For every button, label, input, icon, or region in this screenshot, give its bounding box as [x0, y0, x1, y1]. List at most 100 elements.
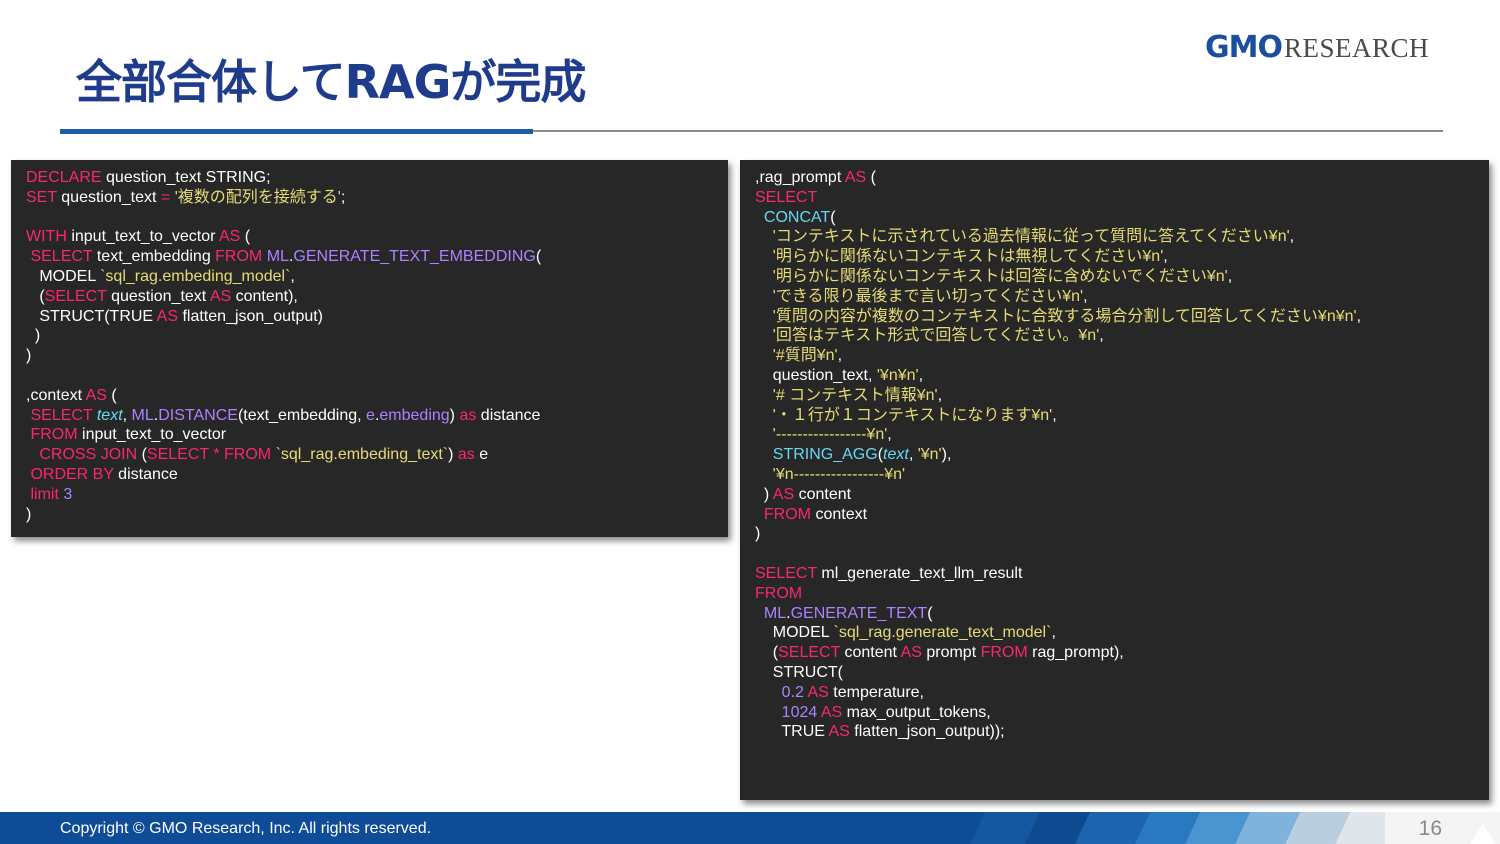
code-token: content [840, 644, 901, 662]
code-token: ) [448, 446, 458, 464]
code-token: SELECT [44, 287, 107, 305]
code-line: ML.GENERATE_TEXT( [755, 604, 1361, 624]
code-token: question_text, [755, 366, 877, 384]
code-token: ; [340, 188, 346, 206]
code-token: ( [137, 446, 147, 464]
code-token: ( [26, 287, 45, 305]
code-token: , [1163, 248, 1168, 266]
code-line: limit 3 [26, 485, 541, 505]
code-token: '明らかに関係ないコンテキストは回答に含めないでください¥n' [772, 267, 1228, 285]
code-token: STRING_AGG [772, 446, 878, 464]
code-line: FROM input_text_to_vector [26, 425, 541, 445]
code-line: '回答はテキスト形式で回答してください。¥n', [755, 326, 1361, 346]
code-token: ML [266, 248, 289, 266]
code-token: DISTANCE [158, 406, 238, 424]
code-token: flatten_json_output)); [849, 723, 1005, 741]
code-line: ,context AS ( [26, 386, 541, 406]
code-line: STRUCT( [755, 663, 1361, 683]
code-token: ) [755, 525, 761, 543]
code-token: content [794, 485, 852, 503]
code-block-right: ,rag_prompt AS (SELECT CONCAT( 'コンテキストに示… [755, 168, 1361, 742]
code-line: DECLARE question_text STRING; [26, 168, 541, 188]
code-line: SELECT text_embedding FROM ML.GENERATE_T… [26, 247, 541, 267]
code-token: , [918, 366, 924, 384]
code-token: ,rag_prompt [755, 169, 845, 186]
code-line: SELECT ml_generate_text_llm_result [755, 564, 1361, 584]
code-line: TRUE AS flatten_json_output)); [755, 722, 1361, 742]
code-token: context [811, 505, 868, 523]
code-token: content), [231, 287, 298, 305]
code-line: ) [26, 505, 541, 525]
code-token: as [457, 446, 475, 464]
code-token: 'コンテキストに示されている過去情報に従って質問に答えてください¥n' [772, 228, 1290, 246]
code-token: question_text STRING; [101, 169, 271, 186]
code-token: 0.2 [781, 683, 804, 701]
code-token: , [937, 386, 943, 404]
code-line: ) [26, 326, 541, 346]
code-line: ,rag_prompt AS ( [755, 168, 1361, 188]
code-line: question_text, '¥n¥n', [755, 366, 1361, 386]
code-token: , [1227, 267, 1233, 285]
title-underline-accent [60, 129, 533, 134]
code-token: ORDER BY [30, 465, 114, 483]
code-line: '質問の内容が複数のコンテキストに合致する場合分割して回答してください¥n¥n'… [755, 307, 1361, 327]
title-underline [533, 130, 1443, 132]
code-token: AS [807, 683, 829, 701]
code-token: , [1052, 406, 1057, 424]
code-line: '明らかに関係ないコンテキストは無視してください¥n', [755, 247, 1361, 267]
code-token: CROSS JOIN [39, 446, 138, 464]
code-token: ) [26, 327, 41, 345]
code-line: '・１行が１コンテキストになります¥n', [755, 406, 1361, 426]
code-token: ) [26, 347, 32, 365]
code-token: prompt [921, 644, 981, 662]
code-token: '回答はテキスト形式で回答してください。¥n' [772, 327, 1100, 345]
code-token: ) [26, 505, 32, 523]
code-token: '#質問¥n' [772, 347, 838, 365]
code-panel-left: DECLARE question_text STRING; SET questio… [11, 160, 728, 537]
code-token: 1024 [781, 703, 818, 721]
code-token: FROM [980, 644, 1028, 662]
code-token: , [1289, 228, 1295, 246]
code-token: (text_embedding, [237, 406, 367, 424]
code-token: flatten_json_output) [178, 307, 324, 325]
code-line: (SELECT content AS prompt FROM rag_promp… [755, 643, 1361, 663]
code-token: max_output_tokens, [842, 703, 991, 721]
code-line: (SELECT question_text AS content), [26, 287, 541, 307]
code-token: ( [866, 169, 876, 186]
code-token: ML [131, 406, 154, 424]
code-token: rag_prompt), [1027, 644, 1124, 662]
code-line: ) AS content [755, 485, 1361, 505]
code-token: e [474, 446, 489, 464]
code-line: ) [26, 346, 541, 366]
code-token: input_text_to_vector [77, 426, 227, 444]
code-token: `sql_rag.generate_text_model` [833, 624, 1052, 642]
code-token: '複数の配列を接続する' [174, 188, 341, 206]
code-line: '-----------------¥n', [755, 425, 1361, 445]
page-number: 16 [1418, 817, 1442, 840]
code-token: SELECT [30, 406, 93, 424]
code-token: AS [218, 228, 241, 246]
code-token: DECLARE [26, 169, 102, 186]
code-token: FROM [224, 446, 272, 464]
code-token: '¥n¥n' [876, 366, 919, 384]
code-line: 'コンテキストに示されている過去情報に従って質問に答えてください¥n', [755, 227, 1361, 247]
code-line: ) [755, 524, 1361, 544]
code-token: `sql_rag.embeding_text` [275, 446, 449, 464]
code-token: text [96, 406, 123, 424]
code-token: , [1083, 287, 1088, 305]
code-token: ), [941, 446, 952, 464]
slide-title: 全部合体してRAGが完成 [76, 55, 586, 109]
